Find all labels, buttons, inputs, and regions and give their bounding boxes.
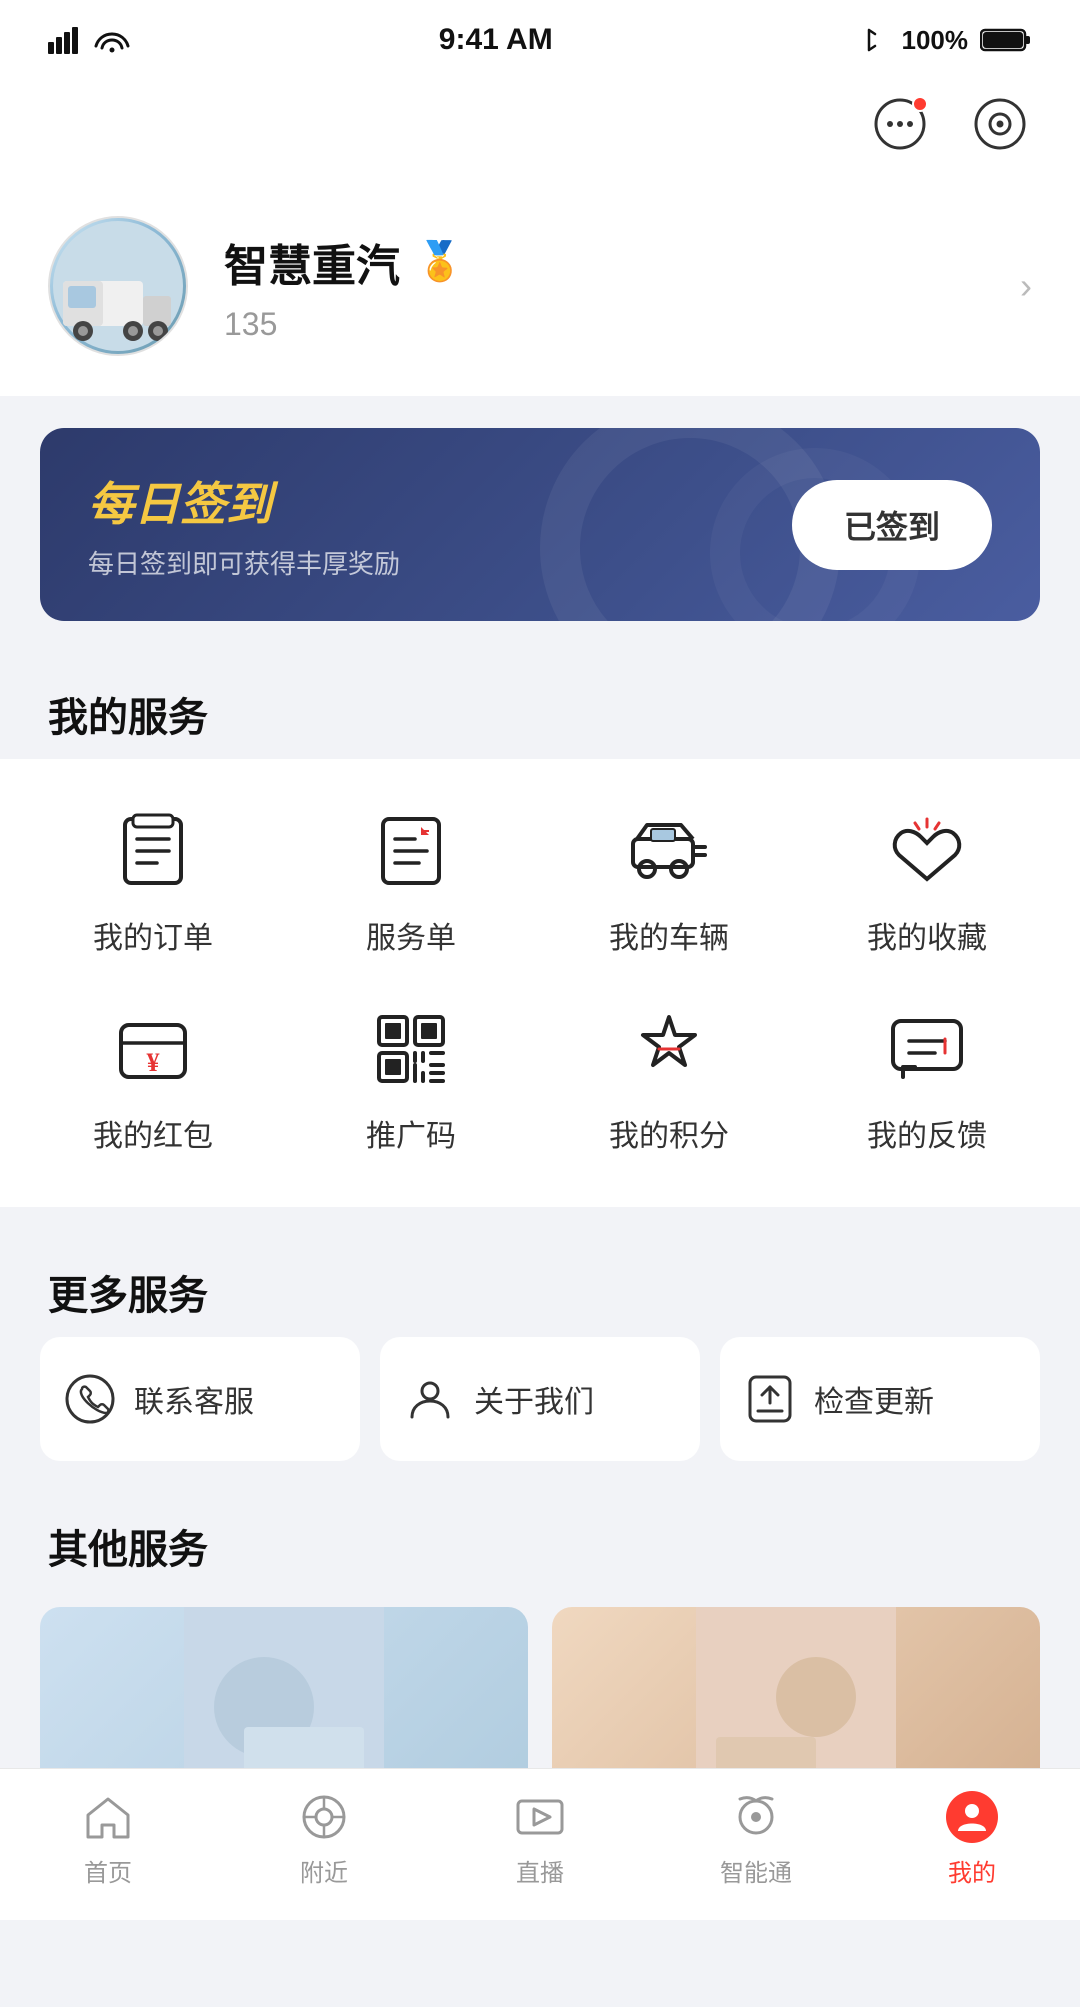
- scan-button[interactable]: [968, 92, 1032, 156]
- my-services-grid: 我的订单 服务单: [0, 759, 1080, 1207]
- service-label-favorite: 我的收藏: [867, 913, 987, 957]
- nav-label-smart: 智能通: [720, 1853, 792, 1888]
- service-label-feedback: 我的反馈: [867, 1111, 987, 1155]
- service-item-redpacket[interactable]: ¥ 我的红包: [43, 1005, 263, 1155]
- vehicle-icon: [625, 807, 713, 895]
- message-badge: [912, 96, 928, 112]
- favorite-icon: [883, 807, 971, 895]
- checkin-title: 每日签到: [88, 468, 400, 534]
- qrcode-icon: [367, 1005, 455, 1093]
- update-icon: [744, 1373, 796, 1425]
- services-row-1: 我的订单 服务单: [0, 791, 1080, 989]
- points-icon: [625, 1005, 713, 1093]
- profile-info: 智慧重汽 🏅 135: [224, 230, 984, 343]
- checkin-subtitle: 每日签到即可获得丰厚奖励: [88, 544, 400, 581]
- nav-item-profile[interactable]: 我的: [864, 1789, 1080, 1888]
- profile-nav-icon: [944, 1789, 1000, 1845]
- live-icon: [512, 1789, 568, 1845]
- more-service-label-about: 关于我们: [474, 1377, 594, 1421]
- service-item-favorite[interactable]: 我的收藏: [817, 807, 1037, 957]
- redpacket-icon: ¥: [109, 1005, 197, 1093]
- profile-name: 智慧重汽: [224, 230, 400, 294]
- service-label-redpacket: 我的红包: [93, 1111, 213, 1155]
- crown-badge: 🏅: [416, 240, 463, 284]
- checkin-text: 每日签到 每日签到即可获得丰厚奖励: [88, 468, 400, 581]
- profile-id: 135: [224, 306, 984, 343]
- more-service-label-contact: 联系客服: [134, 1377, 254, 1421]
- other-services-title: 其他服务: [0, 1485, 1080, 1591]
- checkin-banner[interactable]: 每日签到 每日签到即可获得丰厚奖励 已签到: [40, 428, 1040, 621]
- signal-icons: [48, 26, 130, 54]
- service-label-points: 我的积分: [609, 1111, 729, 1155]
- status-time: 9:41 AM: [439, 23, 553, 57]
- service-label-qrcode: 推广码: [366, 1111, 456, 1155]
- home-icon: [80, 1789, 136, 1845]
- more-service-contact[interactable]: 联系客服: [40, 1337, 360, 1461]
- more-service-about[interactable]: 关于我们: [380, 1337, 700, 1461]
- svg-text:¥: ¥: [147, 1048, 160, 1077]
- about-icon: [404, 1373, 456, 1425]
- more-service-update[interactable]: 检查更新: [720, 1337, 1040, 1461]
- more-service-label-update: 检查更新: [814, 1377, 934, 1421]
- service-label-order: 我的订单: [93, 913, 213, 957]
- service-label-service-order: 服务单: [366, 913, 456, 957]
- nav-item-nearby[interactable]: 附近: [216, 1789, 432, 1888]
- avatar[interactable]: [48, 216, 188, 356]
- smart-icon: [728, 1789, 784, 1845]
- nav-label-profile: 我的: [948, 1853, 996, 1888]
- checkin-button[interactable]: 已签到: [792, 480, 992, 570]
- nav-label-nearby: 附近: [300, 1853, 348, 1888]
- profile-section: 智慧重汽 🏅 135 ›: [0, 180, 1080, 396]
- bottom-nav: 首页 附近 直播: [0, 1768, 1080, 1920]
- service-item-order[interactable]: 我的订单: [43, 807, 263, 957]
- status-right-icons: 100%: [861, 25, 1032, 56]
- service-item-vehicle[interactable]: 我的车辆: [559, 807, 779, 957]
- nav-item-home[interactable]: 首页: [0, 1789, 216, 1888]
- service-item-feedback[interactable]: 我的反馈: [817, 1005, 1037, 1155]
- profile-arrow[interactable]: ›: [1020, 265, 1032, 307]
- service-label-vehicle: 我的车辆: [609, 913, 729, 957]
- more-services-grid: 联系客服 关于我们 检查更新: [0, 1337, 1080, 1485]
- feedback-icon: [883, 1005, 971, 1093]
- message-button[interactable]: [868, 92, 932, 156]
- my-services-title: 我的服务: [0, 653, 1080, 759]
- service-item-points[interactable]: 我的积分: [559, 1005, 779, 1155]
- service-item-service-order[interactable]: 服务单: [301, 807, 521, 957]
- service-order-icon: [367, 807, 455, 895]
- battery-percent: 100%: [901, 25, 968, 56]
- order-icon: [109, 807, 197, 895]
- phone-icon: [64, 1373, 116, 1425]
- nearby-icon: [296, 1789, 352, 1845]
- nav-label-live: 直播: [516, 1853, 564, 1888]
- more-services-title: 更多服务: [0, 1231, 1080, 1337]
- nav-item-live[interactable]: 直播: [432, 1789, 648, 1888]
- services-row-2: ¥ 我的红包: [0, 989, 1080, 1187]
- nav-item-smart[interactable]: 智能通: [648, 1789, 864, 1888]
- nav-label-home: 首页: [84, 1853, 132, 1888]
- top-icons-bar: [0, 72, 1080, 180]
- status-bar: 9:41 AM 100%: [0, 0, 1080, 72]
- service-item-qrcode[interactable]: 推广码: [301, 1005, 521, 1155]
